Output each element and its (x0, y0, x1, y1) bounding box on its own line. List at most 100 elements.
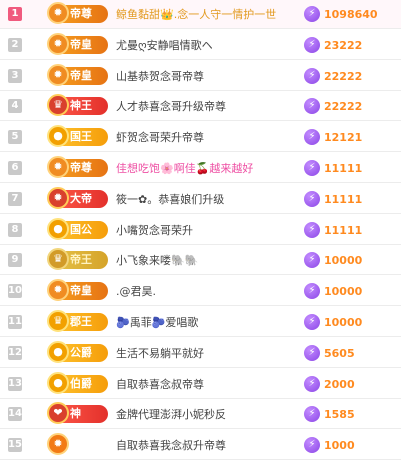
level-badge-label: 帝皇 (70, 68, 92, 82)
lightning-icon: ⚡ (304, 6, 320, 22)
rank-number: 14 (8, 407, 22, 422)
level-badge: ✹ 大帝 (47, 186, 108, 209)
contribution-score: 1585 (324, 408, 355, 422)
rank-number: 3 (8, 68, 22, 83)
level-badge: ♛ 神王 (47, 94, 108, 117)
level-badge-label: 国王 (70, 130, 92, 144)
user-name[interactable]: 鲸鱼黏甜👑.念一人守一情护一世 (116, 6, 296, 23)
coin-icon: ● (47, 217, 69, 240)
level-badge-label: 神王 (70, 99, 92, 113)
contribution-score: 10000 (324, 316, 363, 329)
user-name[interactable]: 小嘴贺念哥荣升 (116, 222, 296, 239)
ranking-row[interactable]: 10 ✹ 帝皇 .@君昊. ⚡ 10000 (0, 277, 401, 307)
lightning-icon: ⚡ (304, 437, 320, 454)
contribution-score: 5605 (324, 346, 355, 360)
level-badge: ● 伯爵 (47, 371, 108, 394)
user-name[interactable]: .@君昊. (116, 283, 296, 300)
fire-icon: ✹ (47, 156, 69, 178)
lightning-icon: ⚡ (304, 67, 320, 84)
contribution-score: 2000 (324, 377, 355, 391)
user-name[interactable]: 人才恭喜念哥升级帝尊 (116, 98, 296, 115)
user-name[interactable]: 山基恭贺念哥帝尊 (116, 68, 296, 85)
level-badge-label: 郡王 (70, 315, 92, 328)
lightning-icon: ⚡ (304, 129, 320, 146)
contribution-score: 10000 (324, 285, 363, 299)
lightning-icon: ⚡ (304, 36, 320, 53)
ranking-row[interactable]: 15 ✹ 自取恭喜我念叔升帝尊 ⚡ 1000 (0, 431, 401, 461)
level-badge-label: 帝皇 (70, 284, 92, 298)
level-badge-label: 国公 (70, 222, 92, 236)
user-name[interactable]: 🫐禹菲🫐爱唱歌 (116, 314, 296, 331)
level-badge-label: 帝王 (70, 253, 92, 267)
ranking-row[interactable]: 3 ✹ 帝皇 山基恭贺念哥帝尊 ⚡ 22222 (0, 62, 401, 91)
ranking-row[interactable]: 1 ✹ 帝尊 鲸鱼黏甜👑.念一人守一情护一世 ⚡ 1098640 (0, 0, 401, 29)
ranking-row[interactable]: 11 ♛ 郡王 🫐禹菲🫐爱唱歌 ⚡ 10000 (0, 308, 401, 337)
contribution-score: 11111 (324, 192, 363, 206)
ranking-row[interactable]: 5 ● 国王 虾贺念哥荣升帝尊 ⚡ 12121 (0, 123, 401, 153)
rank-number: 6 (8, 161, 22, 175)
user-name[interactable]: 小飞象来喽🐘🐘 (116, 252, 296, 269)
user-name[interactable]: 筱一✿。恭喜娘们升级 (116, 191, 296, 208)
level-badge-label: 帝尊 (70, 161, 92, 174)
user-name[interactable]: 生活不易躺平就好 (116, 345, 296, 362)
user-name[interactable]: 金牌代理澎湃小妮秒反 (116, 406, 296, 423)
lightning-icon: ⚡ (304, 375, 320, 392)
contribution-score: 23222 (324, 38, 363, 52)
coin-icon: ● (47, 125, 69, 148)
level-badge: ♛ 郡王 (47, 310, 108, 332)
user-name[interactable]: 尤曼ღ安静唱情歌ヘ (116, 37, 296, 54)
ranking-row[interactable]: 4 ♛ 神王 人才恭喜念哥升级帝尊 ⚡ 22222 (0, 92, 401, 122)
contribution-score: 1000 (324, 439, 355, 453)
rank-number: 13 (8, 376, 22, 391)
level-badge-label: 神 (70, 407, 81, 421)
rank-number: 9 (8, 253, 22, 268)
level-badge-label: 帝皇 (70, 37, 92, 51)
rank-number: 12 (8, 345, 22, 360)
rank-number: 5 (8, 130, 22, 145)
fire-icon: ✹ (47, 2, 69, 24)
ranking-row[interactable]: 8 ● 国公 小嘴贺念哥荣升 ⚡ 11111 (0, 216, 401, 245)
lightning-icon: ⚡ (304, 344, 320, 361)
contribution-score: 10000 (324, 254, 363, 268)
level-badge-label: 大帝 (70, 191, 92, 205)
ranking-row[interactable]: 2 ✹ 帝皇 尤曼ღ安静唱情歌ヘ ⚡ 23222 (0, 31, 401, 60)
crest-icon: ♛ (47, 248, 69, 271)
level-badge: ✹ 帝皇 (47, 32, 108, 55)
ranking-row[interactable]: 6 ✹ 帝尊 佳想吃饱🌸啊佳🍒越来越好 ⚡ 11111 (0, 154, 401, 183)
user-name[interactable]: 自取恭喜念叔帝尊 (116, 376, 296, 393)
level-badge: ✹ 帝尊 (47, 2, 108, 24)
rank-number: 15 (8, 438, 22, 453)
lightning-icon: ⚡ (304, 283, 320, 300)
fire-icon: ✹ (47, 433, 69, 456)
fire-icon: ✹ (47, 186, 69, 209)
rank-number: 8 (8, 222, 22, 237)
lightning-icon: ⚡ (304, 221, 320, 238)
ranking-row[interactable]: 14 ❤ 神金牌代理澎湃小妮秒反 ⚡ 1585 (0, 400, 401, 430)
user-name[interactable]: 虾贺念哥荣升帝尊 (116, 129, 296, 146)
lightning-icon: ⚡ (304, 98, 320, 115)
fire-icon: ✹ (47, 32, 69, 55)
level-badge: ♛ 帝王 (47, 248, 108, 271)
level-badge-label: 帝尊 (70, 7, 92, 20)
level-badge: ❤ 神 (47, 402, 108, 425)
contribution-score: 22222 (324, 69, 363, 83)
crest-icon: ♛ (47, 94, 69, 117)
rank-number: 4 (8, 99, 22, 114)
contribution-score: 12121 (324, 131, 363, 145)
lightning-icon: ⚡ (304, 190, 320, 207)
fire-icon: ✹ (47, 63, 69, 86)
level-badge-label: 伯爵 (70, 376, 92, 390)
user-name[interactable]: 佳想吃饱🌸啊佳🍒越来越好 (116, 160, 296, 177)
crest-icon: ♛ (47, 310, 69, 332)
user-name[interactable]: 自取恭喜我念叔升帝尊 (116, 437, 296, 454)
level-badge: ✹ 帝皇 (47, 279, 108, 302)
contribution-score: 11111 (324, 223, 363, 237)
ranking-row[interactable]: 13 ● 伯爵 自取恭喜念叔帝尊 ⚡ 2000 (0, 370, 401, 399)
ranking-row[interactable]: 12 ● 公爵 生活不易躺平就好 ⚡ 5605 (0, 339, 401, 368)
level-badge: ● 国王 (47, 125, 108, 148)
ranking-row[interactable]: 7 ✹ 大帝 筱一✿。恭喜娘们升级 ⚡ 11111 (0, 185, 401, 214)
rank-number: 1 (8, 7, 22, 21)
rank-number: 2 (8, 37, 22, 52)
ranking-row[interactable]: 9 ♛ 帝王 小飞象来喽🐘🐘 ⚡ 10000 (0, 246, 401, 276)
rank-number: 7 (8, 191, 22, 206)
